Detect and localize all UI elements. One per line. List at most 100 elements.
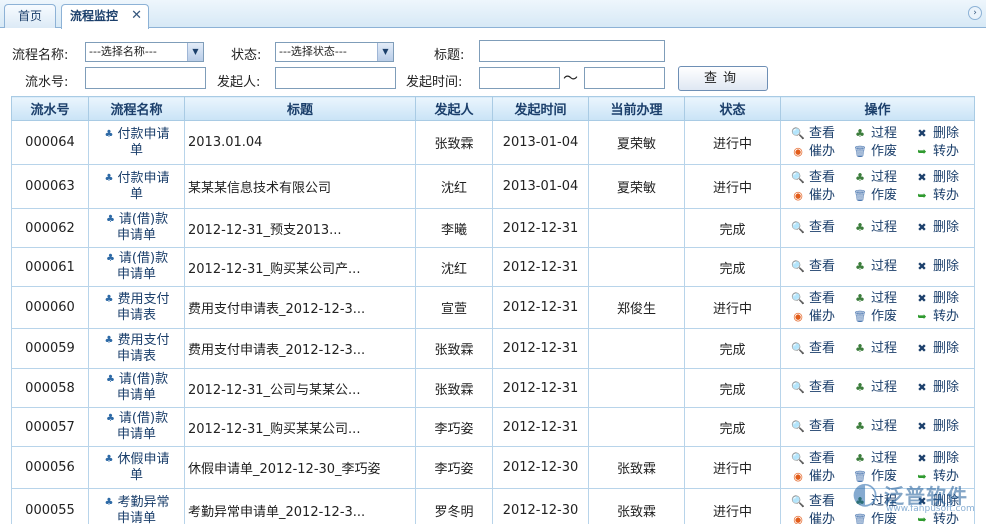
start-date-from-input[interactable] [479, 67, 560, 89]
view-button[interactable]: 🔍 查看 [791, 125, 853, 143]
process-name-cell[interactable]: ♣ 费用支付 申请表 [88, 328, 185, 369]
handler-cell: 郑俊生 [588, 286, 685, 329]
view-button[interactable]: 🔍 查看 [791, 290, 853, 308]
view-button[interactable]: 🔍 查看 [791, 493, 853, 511]
status-select[interactable]: ---选择状态--- ▼ [275, 42, 394, 62]
view-button[interactable]: 🔍 查看 [791, 418, 853, 436]
process-name-cell[interactable]: ♣ 考勤异常 申请单 [88, 488, 185, 524]
transfer-button[interactable]: ➥ 转办 [915, 308, 977, 326]
query-button[interactable]: 查询 [678, 66, 768, 91]
void-label: 作废 [871, 187, 898, 203]
process-name-cell[interactable]: ♣ 付款申请单 [88, 120, 185, 165]
urge-label: 催办 [809, 511, 836, 524]
serial-input[interactable] [85, 67, 206, 89]
void-button[interactable]: 🗑 作废 [853, 143, 915, 161]
process-name-cell[interactable]: ♣ 请(借)款 申请单 [88, 208, 185, 248]
urge-button[interactable]: ◉ 催办 [791, 511, 853, 524]
title-cell[interactable]: 2012-12-31_公司与某某公... [184, 368, 416, 408]
delete-button[interactable]: ✖ 删除 [915, 418, 977, 436]
initiator-input[interactable] [275, 67, 396, 89]
table-row[interactable]: 000062 ♣ 请(借)款 申请单 2012-12-31_预支2013... 李曦 201… [11, 208, 977, 248]
process-button[interactable]: ♣ 过程 [853, 340, 915, 358]
delete-button[interactable]: ✖ 删除 [915, 258, 977, 276]
tab-home[interactable]: 首页 [4, 4, 56, 28]
title-input[interactable] [479, 40, 665, 62]
process-name-cell[interactable]: ♣ 请(借)款 申请单 [88, 407, 185, 447]
urge-button[interactable]: ◉ 催办 [791, 187, 853, 205]
table-row[interactable]: 000057 ♣ 请(借)款 申请单 2012-12-31_购买某某公司... 李巧姿 20… [11, 407, 977, 447]
process-name-cell[interactable]: ♣ 请(借)款 申请单 [88, 247, 185, 287]
title-cell[interactable]: 2013.01.04 [184, 120, 416, 165]
void-button[interactable]: 🗑 作废 [853, 187, 915, 205]
process-button[interactable]: ♣ 过程 [853, 219, 915, 237]
process-name-cell[interactable]: ♣ 付款申请单 [88, 164, 185, 209]
void-button[interactable]: 🗑 作废 [853, 308, 915, 326]
tab-process-monitor[interactable]: 流程监控 ✕ [61, 4, 149, 29]
table-row[interactable]: 000056 ♣ 休假申请单休假申请单_2012-12-30_李巧姿 李巧姿 2012-… [11, 446, 977, 489]
table-row[interactable]: 000055 ♣ 考勤异常 申请单 考勤异常申请单_2012-12-3... 罗冬明 201… [11, 488, 975, 524]
view-button[interactable]: 🔍 查看 [791, 258, 853, 276]
col-process-name[interactable]: 流程名称 [88, 96, 185, 121]
view-button[interactable]: 🔍 查看 [791, 450, 853, 468]
delete-button[interactable]: ✖ 删除 [915, 169, 977, 187]
col-status[interactable]: 状态 [684, 96, 781, 121]
close-icon[interactable]: ✕ [131, 5, 142, 27]
process-name-cell[interactable]: ♣ 休假申请单 [88, 446, 185, 489]
title-cell[interactable]: 费用支付申请表_2012-12-3... [184, 328, 416, 369]
transfer-button[interactable]: ➥ 转办 [915, 187, 977, 205]
process-name-cell[interactable]: ♣ 请(借)款 申请单 [88, 368, 185, 408]
view-button[interactable]: 🔍 查看 [791, 169, 853, 187]
title-cell[interactable]: 考勤异常申请单_2012-12-3... [184, 488, 416, 524]
chevron-down-icon[interactable]: ▼ [377, 43, 393, 61]
title-cell[interactable]: 2012-12-31_购买某公司产... [184, 247, 416, 287]
table-row[interactable]: 000060 ♣ 费用支付 申请表 费用支付申请表_2012-12-3... 宣萱 2012… [11, 286, 977, 329]
col-title[interactable]: 标题 [184, 96, 416, 121]
process-name-cell[interactable]: ♣ 费用支付 申请表 [88, 286, 185, 329]
initiator-cell: 张致霖 [415, 368, 493, 408]
view-button[interactable]: 🔍 查看 [791, 340, 853, 358]
process-name-select[interactable]: ---选择名称--- ▼ [85, 42, 204, 62]
chevron-right-icon[interactable]: › [968, 6, 982, 20]
delete-button[interactable]: ✖ 删除 [915, 125, 977, 143]
initiator-cell: 罗冬明 [415, 488, 493, 524]
process-button[interactable]: ♣ 过程 [853, 379, 915, 397]
status-cell: 完成 [684, 247, 781, 287]
process-button[interactable]: ♣ 过程 [853, 450, 915, 468]
view-button[interactable]: 🔍 查看 [791, 219, 853, 237]
title-cell[interactable]: 2012-12-31_预支2013... [184, 208, 416, 248]
process-button[interactable]: ♣ 过程 [853, 169, 915, 187]
serial-cell: 000063 [11, 164, 89, 209]
table-row[interactable]: 000064 ♣ 付款申请单 2013.01.04 张致霖 2013-01-04 夏荣敏 进行… [11, 120, 977, 165]
col-initiator[interactable]: 发起人 [415, 96, 493, 121]
delete-button[interactable]: ✖ 删除 [915, 340, 977, 358]
title-cell[interactable]: 2012-12-31_购买某某公司... [184, 407, 416, 447]
delete-button[interactable]: ✖ 删除 [915, 450, 977, 468]
delete-button[interactable]: ✖ 删除 [915, 379, 977, 397]
urge-button[interactable]: ◉ 催办 [791, 143, 853, 161]
table-row[interactable]: 000058 ♣ 请(借)款 申请单 2012-12-31_公司与某某公... 张致霖 20… [11, 368, 977, 408]
title-cell[interactable]: 某某某信息技术有限公司 [184, 164, 416, 209]
col-start-time[interactable]: 发起时间 [492, 96, 589, 121]
delete-button[interactable]: ✖ 删除 [915, 219, 977, 237]
workflow-icon: ♣ [104, 128, 114, 140]
process-button[interactable]: ♣ 过程 [853, 418, 915, 436]
transfer-button[interactable]: ➥ 转办 [915, 143, 977, 161]
col-current-handler[interactable]: 当前办理 [588, 96, 685, 121]
view-button[interactable]: 🔍 查看 [791, 379, 853, 397]
table-row[interactable]: 000059 ♣ 费用支付 申请表 费用支付申请表_2012-12-3... 张致霖 201… [11, 328, 977, 369]
process-icon: ♣ [855, 221, 865, 234]
col-serial[interactable]: 流水号 [11, 96, 89, 121]
start-date-to-input[interactable] [584, 67, 665, 89]
chevron-down-icon[interactable]: ▼ [187, 43, 203, 61]
title-cell[interactable]: 休假申请单_2012-12-30_李巧姿 [184, 446, 416, 489]
process-name-line1: 请(借)款 [118, 212, 169, 227]
process-button[interactable]: ♣ 过程 [853, 290, 915, 308]
table-row[interactable]: 000063 ♣ 付款申请单某某某信息技术有限公司 沈红 2013-01-04 夏荣敏 进行… [11, 164, 977, 209]
table-row[interactable]: 000061 ♣ 请(借)款 申请单 2012-12-31_购买某公司产... 沈红 201… [11, 247, 977, 287]
urge-button[interactable]: ◉ 催办 [791, 468, 853, 486]
urge-button[interactable]: ◉ 催办 [791, 308, 853, 326]
delete-button[interactable]: ✖ 删除 [915, 290, 977, 308]
process-button[interactable]: ♣ 过程 [853, 125, 915, 143]
title-cell[interactable]: 费用支付申请表_2012-12-3... [184, 286, 416, 329]
process-button[interactable]: ♣ 过程 [853, 258, 915, 276]
